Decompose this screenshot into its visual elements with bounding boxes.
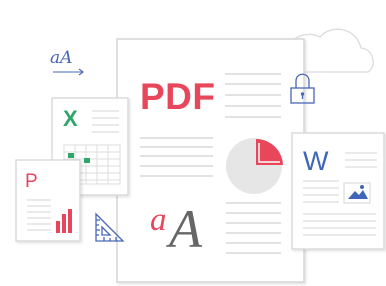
arrow-right-icon (53, 68, 84, 76)
pie-chart-icon (226, 138, 283, 194)
drafting-triangle-icon (95, 212, 125, 242)
pdf-text-lines-right (225, 73, 281, 118)
spreadsheet-grid (63, 144, 121, 185)
bar-chart-icon (56, 209, 72, 233)
font-sample-text: aA (50, 48, 73, 68)
padlock-icon (290, 73, 315, 104)
document-conversion-illustration: aA PDF X P W a A (0, 0, 386, 286)
typography-glyph-sample: a A (147, 191, 217, 265)
cloud-icon (264, 28, 374, 73)
presentation-label: P (25, 171, 38, 192)
presentation-lines (27, 199, 51, 231)
spreadsheet-header-lines (92, 110, 119, 133)
glyph-lowercase-a: a (150, 202, 167, 238)
pdf-label: PDF (140, 76, 216, 117)
glyph-uppercase-a: A (169, 199, 202, 259)
pdf-text-lines-left (140, 137, 213, 177)
word-label: W (303, 146, 329, 176)
image-icon (343, 182, 371, 204)
pdf-text-lines-bottom-right (226, 202, 281, 254)
spreadsheet-label: X (63, 106, 78, 131)
